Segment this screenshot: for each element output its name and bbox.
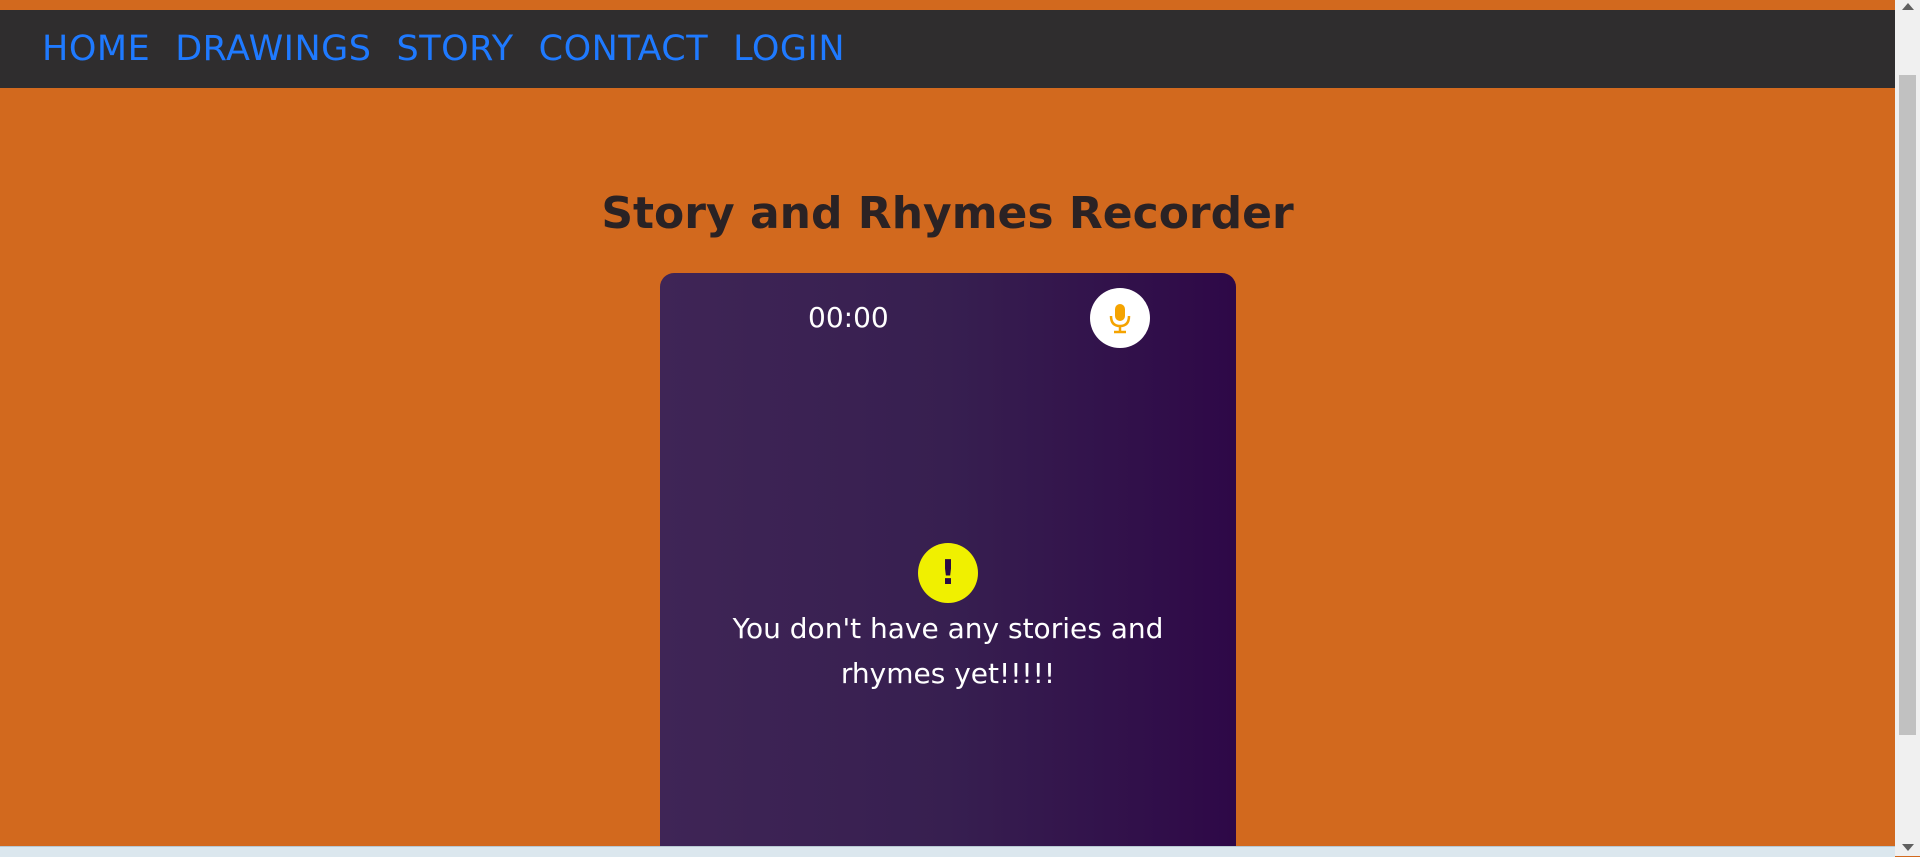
bottom-strip — [0, 846, 1895, 857]
exclamation-icon: ! — [918, 543, 978, 603]
record-button[interactable] — [1090, 288, 1150, 348]
empty-message: You don't have any stories and rhymes ye… — [732, 612, 1164, 690]
nav-home-link[interactable]: HOME — [42, 29, 150, 69]
page-title: Story and Rhymes Recorder — [601, 188, 1294, 239]
nav-login-link[interactable]: LOGIN — [733, 29, 845, 69]
scroll-thumb[interactable] — [1899, 75, 1916, 735]
vertical-scrollbar[interactable] — [1895, 0, 1920, 856]
recorder-card: 00:00 ! You don't have any stories and r… — [660, 273, 1236, 853]
nav-story-link[interactable]: STORY — [397, 29, 514, 69]
top-strip — [0, 0, 1895, 10]
navbar: HOME DRAWINGS STORY CONTACT LOGIN — [0, 10, 1895, 88]
scroll-up-arrow-icon[interactable] — [1902, 3, 1914, 10]
microphone-icon — [1109, 304, 1131, 334]
empty-state: ! You don't have any stories and rhymes … — [660, 543, 1236, 696]
recording-timer: 00:00 — [808, 301, 889, 334]
scroll-down-arrow-icon[interactable] — [1902, 844, 1914, 851]
nav-drawings-link[interactable]: DRAWINGS — [175, 29, 371, 69]
nav-contact-link[interactable]: CONTACT — [539, 29, 708, 69]
